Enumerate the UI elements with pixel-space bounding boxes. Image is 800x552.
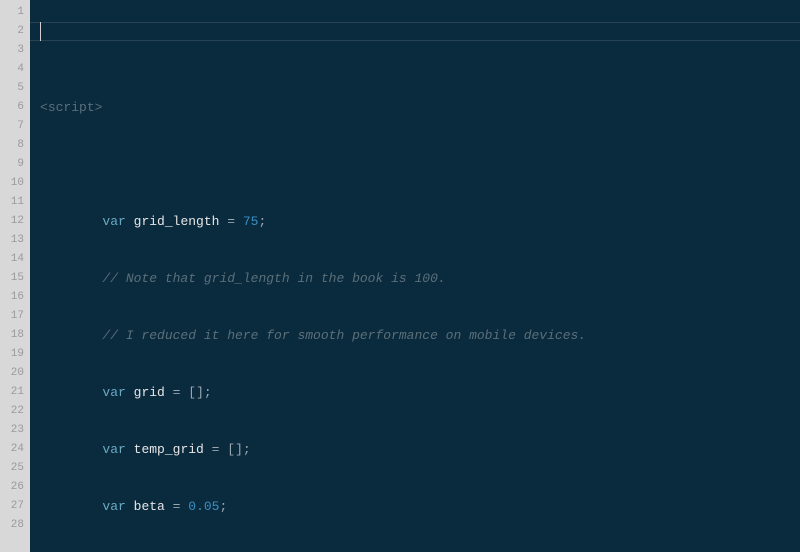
code-line[interactable]: <script> [40,98,800,117]
line-number: 14 [0,250,24,269]
line-number: 9 [0,155,24,174]
text-caret [40,22,41,41]
line-number: 5 [0,79,24,98]
line-number: 4 [0,60,24,79]
line-number: 24 [0,440,24,459]
code-line[interactable] [40,155,800,174]
code-line[interactable]: var beta = 0.05; [40,497,800,516]
line-number-gutter: 1234567891011121314151617181920212223242… [0,0,30,552]
line-number: 20 [0,364,24,383]
line-number: 18 [0,326,24,345]
active-line-highlight [30,22,800,41]
code-editor[interactable]: 1234567891011121314151617181920212223242… [0,0,800,552]
line-number: 6 [0,98,24,117]
line-number: 27 [0,497,24,516]
line-number: 26 [0,478,24,497]
line-number: 15 [0,269,24,288]
code-line[interactable]: var temp_grid = []; [40,440,800,459]
line-number: 23 [0,421,24,440]
line-number: 21 [0,383,24,402]
code-line[interactable]: // Note that grid_length in the book is … [40,269,800,288]
line-number: 12 [0,212,24,231]
line-number: 11 [0,193,24,212]
code-area[interactable]: <script> var grid_length = 75; // Note t… [30,0,800,552]
line-number: 19 [0,345,24,364]
line-number: 1 [0,3,24,22]
code-line[interactable]: var grid_length = 75; [40,212,800,231]
code-line[interactable]: var grid = []; [40,383,800,402]
line-number: 25 [0,459,24,478]
line-number: 17 [0,307,24,326]
line-number: 16 [0,288,24,307]
line-number: 10 [0,174,24,193]
line-number: 22 [0,402,24,421]
line-number: 2 [0,22,24,41]
code-line[interactable]: // I reduced it here for smooth performa… [40,326,800,345]
line-number: 3 [0,41,24,60]
line-number: 7 [0,117,24,136]
line-number: 28 [0,516,24,535]
line-number: 13 [0,231,24,250]
line-number: 8 [0,136,24,155]
